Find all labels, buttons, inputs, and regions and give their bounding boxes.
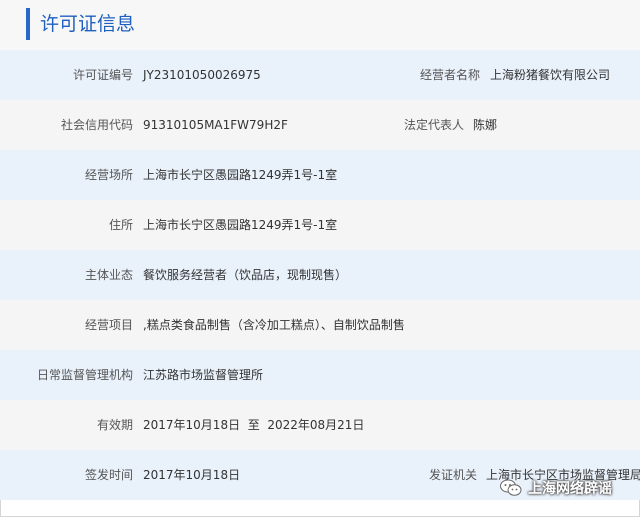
label-business-type: 主体业态 — [84, 268, 133, 282]
label-legal-rep: 法定代表人 — [403, 118, 464, 132]
row-license-number: 许可证编号 JY23101050026975 经营者名称 上海粉猪餐饮有限公司 — [0, 50, 640, 100]
row-credit-code: 社会信用代码 91310105MA1FW79H2F 法定代表人 陈娜 — [0, 100, 640, 150]
label-issue-date: 签发时间 — [84, 468, 133, 482]
label-business-scope: 经营项目 — [84, 318, 133, 332]
value-operator-name: 上海粉猪餐饮有限公司 — [490, 68, 611, 82]
row-business-premises: 经营场所 上海市长宁区愚园路1249弄1号-1室 — [0, 150, 640, 200]
label-license-number: 许可证编号 — [72, 68, 133, 82]
section-header: 许可证信息 — [0, 0, 640, 50]
label-issuing-authority: 发证机关 — [428, 468, 477, 482]
label-credit-code: 社会信用代码 — [60, 118, 133, 132]
value-residence: 上海市长宁区愚园路1249弄1号-1室 — [143, 218, 338, 232]
row-supervision-agency: 日常监督管理机构 江苏路市场监督管理所 — [0, 350, 640, 400]
value-validity: 2017年10月18日 至 2022年08月21日 — [143, 418, 365, 432]
label-business-premises: 经营场所 — [84, 168, 133, 182]
value-supervision-agency: 江苏路市场监督管理所 — [143, 368, 264, 382]
row-residence: 住所 上海市长宁区愚园路1249弄1号-1室 — [0, 200, 640, 250]
wechat-icon — [500, 479, 522, 497]
value-license-number: JY23101050026975 — [143, 68, 261, 82]
label-operator-name: 经营者名称 — [419, 68, 480, 82]
value-legal-rep: 陈娜 — [473, 118, 498, 132]
label-supervision-agency: 日常监督管理机构 — [36, 368, 133, 382]
row-business-type: 主体业态 餐饮服务经营者（饮品店，现制现售） — [0, 250, 640, 300]
watermark: 上海网络辟谣 — [500, 476, 612, 500]
value-business-premises: 上海市长宁区愚园路1249弄1号-1室 — [143, 168, 338, 182]
value-business-type: 餐饮服务经营者（饮品店，现制现售） — [143, 268, 348, 282]
title-accent-bar — [26, 8, 30, 40]
label-residence: 住所 — [108, 218, 133, 232]
watermark-text: 上海网络辟谣 — [528, 481, 612, 497]
row-validity: 有效期 2017年10月18日 至 2022年08月21日 — [0, 400, 640, 450]
value-business-scope: ,糕点类食品制售（含冷加工糕点）、自制饮品制售 — [143, 318, 405, 332]
value-credit-code: 91310105MA1FW79H2F — [143, 118, 288, 132]
page-title: 许可证信息 — [40, 13, 136, 35]
row-business-scope: 经营项目 ,糕点类食品制售（含冷加工糕点）、自制饮品制售 — [0, 300, 640, 350]
label-validity: 有效期 — [96, 418, 133, 432]
value-issue-date: 2017年10月18日 — [143, 468, 241, 482]
license-info-table: 许可证编号 JY23101050026975 经营者名称 上海粉猪餐饮有限公司 … — [0, 50, 640, 500]
